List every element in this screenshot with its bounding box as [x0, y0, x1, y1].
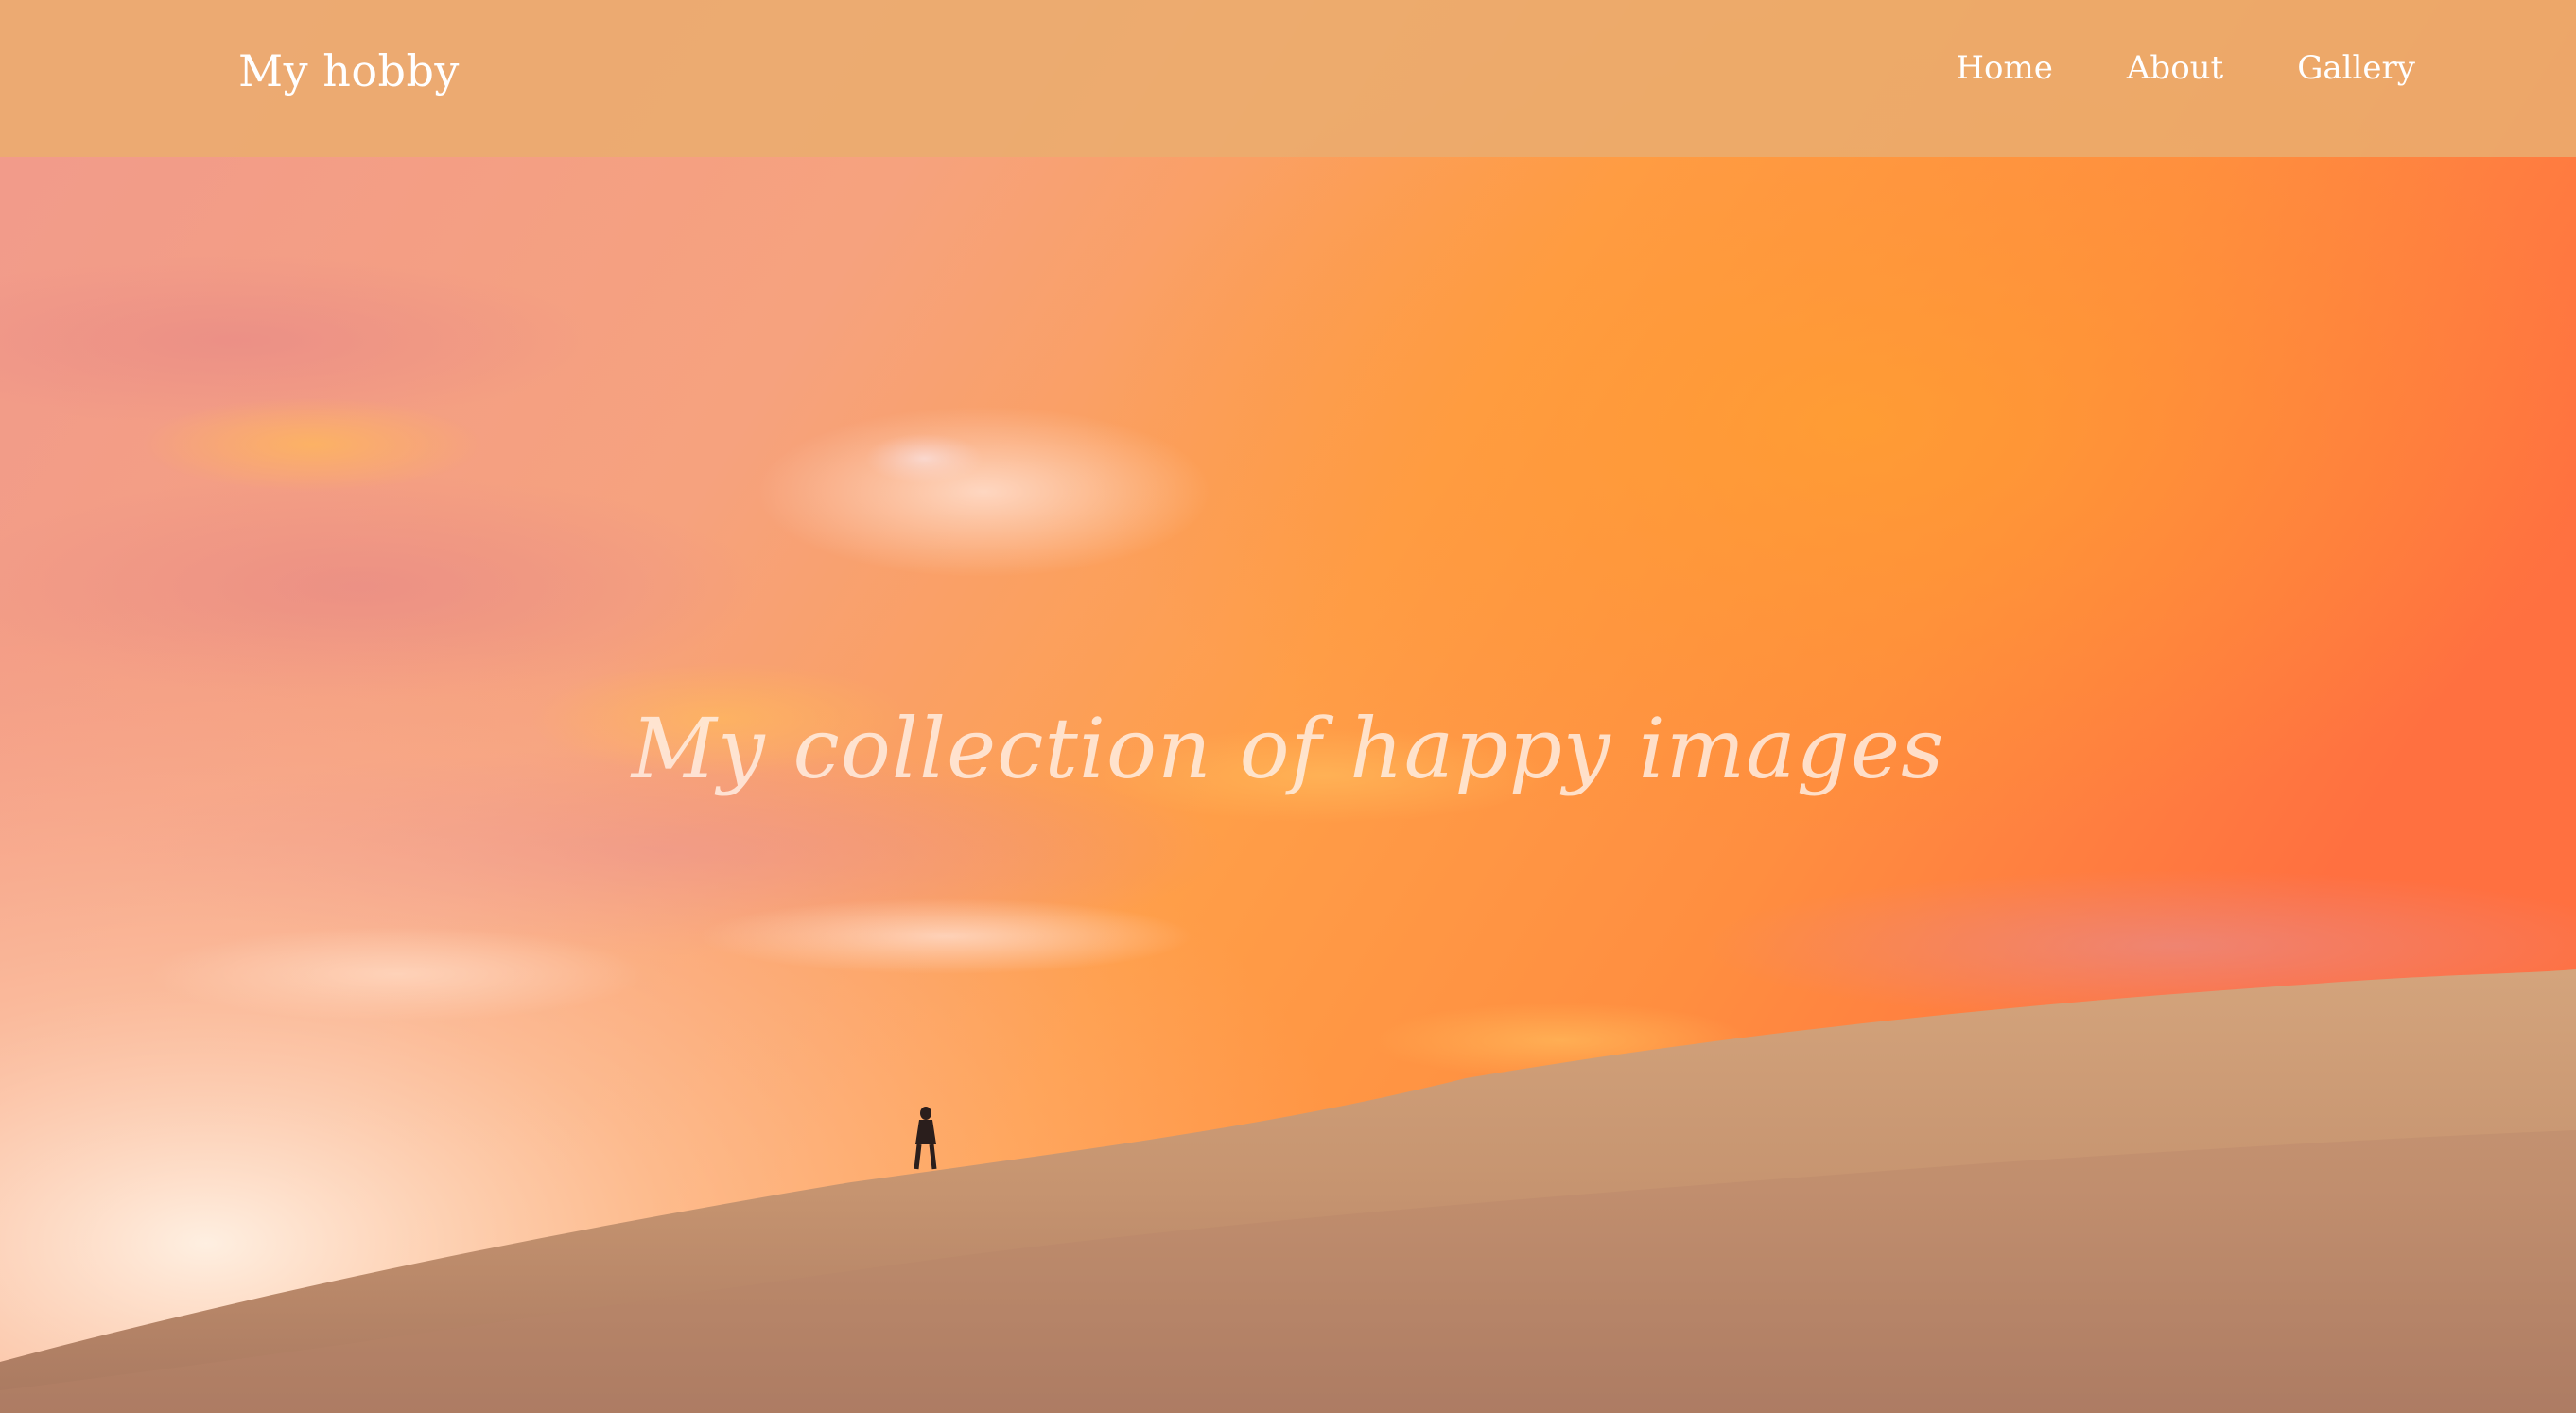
nav-item-about: About: [2127, 49, 2223, 87]
nav-item-home: Home: [1956, 49, 2052, 87]
hero-headline: My collection of happy images: [631, 700, 1945, 797]
site-brand[interactable]: My hobby: [238, 45, 460, 96]
nav-link-home[interactable]: Home: [1956, 49, 2052, 87]
nav-item-gallery: Gallery: [2297, 49, 2415, 87]
top-navbar: My hobby Home About Gallery: [0, 0, 2576, 157]
nav-link-about[interactable]: About: [2127, 49, 2223, 87]
nav-links: Home About Gallery: [1956, 49, 2415, 87]
nav-link-gallery[interactable]: Gallery: [2297, 49, 2415, 87]
hero-section: My hobby Home About Gallery My collectio…: [0, 0, 2576, 1413]
